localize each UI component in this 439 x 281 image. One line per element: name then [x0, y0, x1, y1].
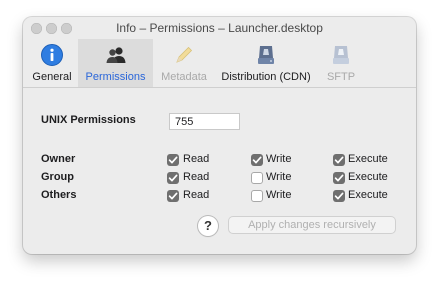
- group-execute-checkbox[interactable]: [333, 172, 345, 184]
- group-write-label: Write: [266, 171, 292, 183]
- users-icon: [104, 43, 128, 67]
- tab-distribution[interactable]: Distribution (CDN): [218, 39, 314, 87]
- unix-permissions-field[interactable]: 755: [169, 113, 240, 130]
- window-title: Info – Permissions – Launcher.desktop: [116, 21, 323, 35]
- drive-icon: [329, 43, 353, 67]
- toolbar: General Permissions Metadata Distributio…: [23, 39, 416, 88]
- tab-general[interactable]: General: [29, 39, 75, 87]
- tab-sftp[interactable]: SFTP: [319, 39, 363, 87]
- drive-icon: [254, 43, 278, 67]
- tab-permissions[interactable]: Permissions: [78, 39, 153, 87]
- group-read-checkbox[interactable]: [167, 172, 179, 184]
- owner-write-label: Write: [266, 153, 292, 165]
- owner-read-label: Read: [183, 153, 210, 165]
- pencil-icon: [172, 43, 196, 67]
- others-execute-label: Execute: [348, 189, 388, 201]
- others-execute-checkbox[interactable]: [333, 190, 345, 202]
- row-label-others: Others: [41, 189, 77, 201]
- title-bar: Info – Permissions – Launcher.desktop: [23, 17, 416, 39]
- group-execute-label: Execute: [348, 171, 388, 183]
- tab-sftp-label: SFTP: [326, 71, 356, 83]
- group-write-checkbox[interactable]: [251, 172, 263, 184]
- unix-permissions-label: UNIX Permissions: [41, 114, 136, 126]
- tab-permissions-label: Permissions: [85, 71, 146, 83]
- owner-execute-label: Execute: [348, 153, 388, 165]
- tab-general-label: General: [32, 71, 72, 83]
- permissions-panel: UNIX Permissions 755 Owner Read Write Execu…: [23, 88, 416, 254]
- owner-execute-checkbox[interactable]: [333, 154, 345, 166]
- tab-metadata[interactable]: Metadata: [155, 39, 213, 87]
- row-label-group: Group: [41, 171, 74, 183]
- tab-metadata-label: Metadata: [161, 71, 207, 83]
- others-read-checkbox[interactable]: [167, 190, 179, 202]
- tab-distribution-label: Distribution (CDN): [221, 71, 311, 83]
- help-button[interactable]: ?: [198, 216, 218, 236]
- info-icon: [40, 43, 64, 67]
- row-label-owner: Owner: [41, 153, 76, 165]
- info-window: Info – Permissions – Launcher.desktop Ge…: [23, 17, 416, 254]
- others-write-checkbox[interactable]: [251, 190, 263, 202]
- owner-write-checkbox[interactable]: [251, 154, 263, 166]
- owner-read-checkbox[interactable]: [167, 154, 179, 166]
- others-write-label: Write: [266, 189, 292, 201]
- group-read-label: Read: [183, 171, 210, 183]
- others-read-label: Read: [183, 189, 210, 201]
- apply-recursively-button[interactable]: Apply changes recursively: [229, 217, 395, 233]
